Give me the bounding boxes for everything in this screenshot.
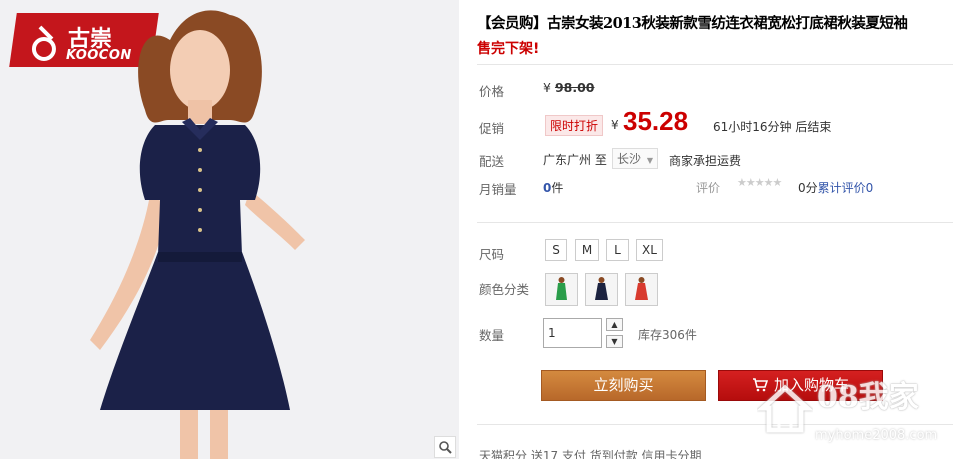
size-option-m[interactable]: M bbox=[575, 239, 599, 261]
color-option-navy[interactable] bbox=[585, 273, 618, 306]
brand-mark-icon bbox=[31, 25, 56, 61]
size-option-s[interactable]: S bbox=[545, 239, 567, 261]
monthly-sales-unit: 件 bbox=[551, 181, 564, 195]
green-dress-swatch bbox=[556, 277, 567, 300]
review-count-link[interactable]: 累计评价0 bbox=[818, 181, 874, 195]
original-price-value: 98.00 bbox=[554, 80, 595, 95]
shipping-destination-select[interactable]: 长沙 ▼ bbox=[612, 148, 658, 169]
red-dress-swatch bbox=[635, 277, 648, 300]
size-option-xl[interactable]: XL bbox=[636, 239, 663, 261]
sold-out-notice: 售完下架! bbox=[477, 41, 540, 57]
promo-price: 35.28 bbox=[623, 106, 689, 136]
quantity-increase-button[interactable]: ▲ bbox=[606, 318, 623, 331]
color-option-red[interactable] bbox=[625, 273, 658, 306]
divider bbox=[477, 222, 953, 223]
divider bbox=[477, 64, 953, 65]
navy-dress-swatch bbox=[595, 277, 608, 300]
watermark-text: 08我家 bbox=[817, 380, 919, 415]
price-label: 价格 bbox=[479, 84, 505, 99]
quantity-decrease-button[interactable]: ▼ bbox=[606, 335, 623, 348]
size-label: 尺码 bbox=[479, 247, 505, 262]
shipping-note: 商家承担运费 bbox=[669, 154, 742, 168]
shipping-label: 配送 bbox=[479, 154, 505, 169]
monthly-sales-value: 0件 bbox=[543, 179, 563, 196]
shipping-destination-value: 长沙 bbox=[617, 152, 642, 166]
shipping-from: 广东广州 至 bbox=[543, 153, 607, 167]
quantity-label: 数量 bbox=[479, 328, 505, 343]
review-label: 评价 bbox=[696, 181, 721, 195]
promo-currency: ¥ bbox=[611, 118, 619, 132]
stock-count: 库存306件 bbox=[638, 328, 697, 342]
promo-badge: 限时打折 bbox=[545, 115, 604, 136]
product-photo[interactable]: 古崇 KOOCON bbox=[0, 0, 459, 459]
zoom-button[interactable] bbox=[434, 436, 456, 458]
promo-label: 促销 bbox=[479, 121, 505, 136]
quantity-input[interactable] bbox=[543, 318, 602, 348]
watermark-url: myhome2008.com bbox=[815, 428, 938, 443]
monthly-sales-label: 月销量 bbox=[479, 182, 517, 197]
currency-symbol: ¥ bbox=[543, 80, 551, 95]
house-logo-icon bbox=[757, 384, 813, 433]
color-label: 颜色分类 bbox=[479, 282, 530, 297]
product-title: 【会员购】古崇女装2013秋装新款雪纺连衣裙宽松打底裙秋装夏短袖 bbox=[477, 15, 908, 32]
buy-now-button[interactable]: 立刻购买 bbox=[541, 370, 706, 401]
size-option-l[interactable]: L bbox=[606, 239, 629, 261]
watermark: 08我家 myhome2008.com bbox=[757, 372, 949, 452]
review-score-value: 0分 bbox=[798, 181, 818, 195]
original-price: ¥98.00 bbox=[543, 80, 595, 95]
color-option-green[interactable] bbox=[545, 273, 578, 306]
rating-stars-icon: ★★★★★ bbox=[737, 176, 782, 189]
magnifier-icon bbox=[439, 441, 452, 454]
chevron-down-icon: ▼ bbox=[646, 156, 653, 165]
promo-countdown: 61小时16分钟 后结束 bbox=[713, 120, 832, 134]
review-score: 0分累计评价0 bbox=[798, 179, 873, 196]
model-in-dress-image bbox=[90, 10, 305, 459]
